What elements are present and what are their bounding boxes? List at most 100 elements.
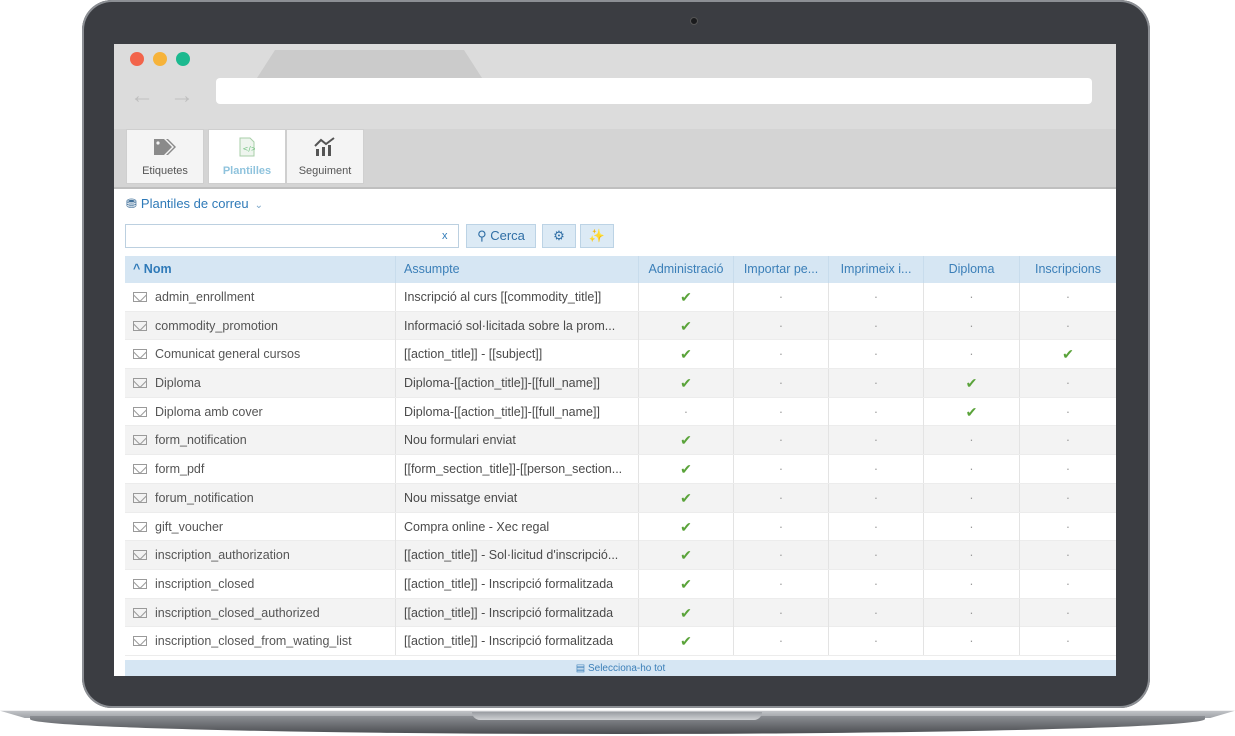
screen: ← → Etiquetes </> Plantilles Seguiment ⛃… xyxy=(114,44,1116,676)
back-arrow-icon[interactable]: ← xyxy=(130,82,154,110)
template-name: Comunicat general cursos xyxy=(155,347,301,362)
template-name: form_notification xyxy=(155,433,247,448)
table-row[interactable]: gift_voucher Compra online - Xec regal ✔ · ·… xyxy=(125,512,1116,542)
envelope-icon xyxy=(133,492,147,503)
check-icon: ✔ xyxy=(639,483,734,512)
column-header-imprimeix[interactable]: Imprimeix i... xyxy=(829,256,924,283)
table-row[interactable]: form_pdf [[form_section_title]]-[[person_… xyxy=(125,455,1116,484)
close-window-button[interactable] xyxy=(130,52,144,66)
empty-flag: · xyxy=(639,397,734,426)
template-name: form_pdf xyxy=(155,462,205,477)
toolbar-etiquetes-button[interactable]: Etiquetes xyxy=(126,129,204,184)
forward-arrow-icon[interactable]: → xyxy=(170,82,194,110)
column-header-importar[interactable]: Importar pe... xyxy=(734,256,829,283)
empty-flag: · xyxy=(829,426,924,455)
template-name-cell: inscription_closed_from_wating_list xyxy=(125,627,396,656)
envelope-icon xyxy=(133,320,147,331)
settings-button[interactable]: ⚙ xyxy=(542,224,576,248)
column-header-diploma[interactable]: Diploma xyxy=(924,256,1020,283)
table-row[interactable]: admin_enrollment Inscripció al curs [[com… xyxy=(125,283,1116,312)
maximize-window-button[interactable] xyxy=(176,52,190,66)
empty-flag: · xyxy=(829,541,924,570)
camera-icon xyxy=(690,17,698,25)
table-row[interactable]: inscription_authorization [[action_title]… xyxy=(125,541,1116,570)
table-row[interactable]: Diploma Diploma-[[action_title]]-[[full_n… xyxy=(125,369,1116,398)
chart-icon xyxy=(287,137,363,159)
empty-flag: · xyxy=(829,569,924,598)
check-icon: ✔ xyxy=(639,426,734,455)
empty-flag: · xyxy=(1065,290,1071,304)
empty-flag: · xyxy=(1065,376,1071,391)
check-icon: ✔ xyxy=(639,569,734,598)
empty-flag: · xyxy=(734,627,829,656)
template-name-cell: gift_voucher xyxy=(125,512,396,541)
table-row[interactable]: Comunicat general cursos [[action_title]]… xyxy=(125,340,1116,370)
tags-icon xyxy=(127,137,203,159)
empty-flag: · xyxy=(924,627,1020,656)
empty-flag: · xyxy=(924,569,1020,598)
check-icon: ✔ xyxy=(639,369,734,398)
table-row[interactable]: inscription_closed_authorized [[action_ti… xyxy=(125,598,1116,628)
template-subject-cell: Diploma-[[action_title]]-[[full_name]] xyxy=(396,369,639,398)
template-name: inscription_closed_authorized xyxy=(155,605,320,620)
chevron-down-icon: ⌄ xyxy=(254,200,263,211)
check-icon: ✔ xyxy=(639,283,734,311)
table-row[interactable]: inscription_closed [[action_title]] - Ins… xyxy=(125,569,1116,599)
empty-flag: · xyxy=(829,483,924,512)
address-bar[interactable] xyxy=(216,78,1092,104)
empty-flag: · xyxy=(829,311,924,340)
template-name: admin_enrollment xyxy=(155,290,255,304)
template-name-cell: Diploma amb cover xyxy=(125,397,396,426)
envelope-icon xyxy=(133,349,147,360)
template-subject-cell: [[action_title]] - Inscripció formalitza… xyxy=(396,598,639,627)
template-name: Diploma amb cover xyxy=(155,404,263,419)
table-row[interactable]: inscription_closed_from_wating_list [[act… xyxy=(125,627,1116,656)
clear-search-button[interactable]: x xyxy=(442,230,448,242)
empty-flag: · xyxy=(734,483,829,512)
empty-flag: · xyxy=(829,455,924,484)
column-header-assumpte[interactable]: Assumpte xyxy=(396,256,639,283)
template-subject-cell: Informació sol·licitada sobre la prom... xyxy=(396,311,639,340)
envelope-icon xyxy=(133,578,147,589)
template-subject-cell: [[action_title]] - Sol·licitud d'inscrip… xyxy=(396,541,639,570)
check-icon: ✔ xyxy=(924,397,1020,426)
search-button[interactable]: ⚲ Cerca xyxy=(466,224,536,248)
envelope-icon xyxy=(133,636,147,647)
template-subject-cell: Compra online - Xec regal xyxy=(396,512,639,541)
select-all-button[interactable]: ▤ Selecciona-ho tot xyxy=(125,660,1116,676)
empty-flag: · xyxy=(924,598,1020,627)
table-row[interactable]: commodity_promotion Informació sol·licita… xyxy=(125,311,1116,341)
table-row[interactable]: form_notification Nou formulari enviat ✔ · ·… xyxy=(125,426,1116,456)
template-name: inscription_closed xyxy=(155,576,255,591)
laptop-base xyxy=(0,704,1235,736)
column-header-administracio[interactable]: Administració xyxy=(639,256,734,283)
table-row[interactable]: forum_notification Nou missatge enviat ✔ · ·… xyxy=(125,483,1116,513)
search-input[interactable] xyxy=(125,224,459,248)
empty-flag: · xyxy=(1065,576,1071,591)
svg-text:</>: </> xyxy=(243,145,256,153)
magic-wand-button[interactable]: ✨ xyxy=(580,224,614,248)
empty-flag: · xyxy=(1065,490,1071,505)
empty-flag: · xyxy=(1065,605,1071,620)
template-name-cell: forum_notification xyxy=(125,483,396,512)
empty-flag: · xyxy=(829,512,924,541)
section-title[interactable]: ⛃ Plantiles de correu ⌄ xyxy=(126,196,263,212)
empty-flag: · xyxy=(924,340,1020,369)
table-row[interactable]: Diploma amb cover Diploma-[[action_title]… xyxy=(125,397,1116,427)
empty-flag: · xyxy=(734,369,829,398)
empty-flag: · xyxy=(924,283,1020,311)
empty-flag: · xyxy=(734,340,829,369)
table-body: admin_enrollment Inscripció al curs [[com… xyxy=(125,283,1116,656)
toolbar-seguiment-button[interactable]: Seguiment xyxy=(286,129,364,184)
empty-flag: · xyxy=(1065,404,1071,419)
browser-tab[interactable] xyxy=(257,50,482,78)
document-icon: </> xyxy=(209,137,285,159)
database-icon: ⛃ xyxy=(126,196,137,211)
empty-flag: · xyxy=(1065,462,1071,477)
empty-flag: · xyxy=(1065,519,1071,534)
empty-flag: · xyxy=(734,283,829,311)
column-header-nom[interactable]: ^ Nom xyxy=(125,256,396,283)
minimize-window-button[interactable] xyxy=(153,52,167,66)
toolbar-plantilles-button[interactable]: </> Plantilles xyxy=(208,129,286,184)
column-header-inscripcions[interactable]: Inscripcions xyxy=(1020,256,1116,283)
